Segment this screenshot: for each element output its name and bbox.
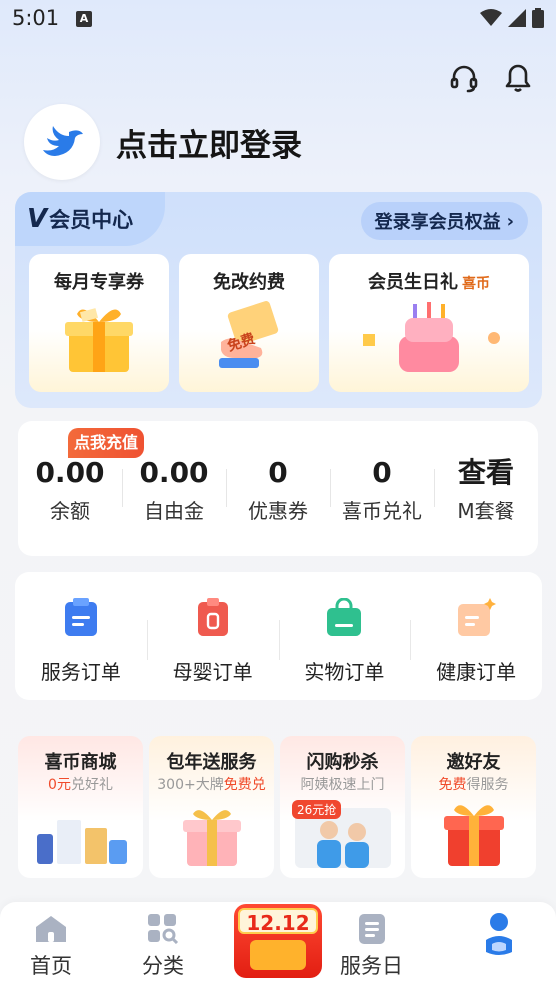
tab-service-day[interactable]: 服务日 (340, 914, 403, 980)
order-label: 服务订单 (40, 660, 121, 684)
wallet-value: 0.00 (35, 456, 105, 489)
order-label: 健康订单 (436, 660, 517, 684)
wallet-coupons[interactable]: 0 优惠券 (226, 455, 330, 524)
order-label: 实物订单 (304, 660, 385, 684)
tab-label: 服务日 (340, 954, 403, 978)
wallet-label: 喜币兑礼 (342, 499, 422, 523)
promo-title: 闪购秒杀 (306, 752, 379, 773)
wallet-label: 自由金 (144, 499, 204, 523)
promo-title: 包年送服务 (166, 752, 257, 773)
wallet-label: 优惠券 (248, 499, 308, 523)
orders-card: 服务订单 母婴订单 实物订单 健康订单 (15, 572, 542, 700)
bird-logo-icon (43, 126, 83, 156)
top-actions (448, 62, 534, 94)
birthday-cake-icon (363, 302, 500, 372)
vip-item-title: 每月专享券 (54, 272, 144, 293)
status-icons (480, 8, 544, 28)
promo-coin-mall[interactable]: 喜币商城 0元兑好礼 (18, 736, 143, 878)
vip-item-free-reschedule[interactable]: 免改约费 免费 (179, 254, 319, 392)
promo-annual-service[interactable]: 包年送服务 300+大牌免费兑 (149, 736, 274, 878)
wallet-value: 查看 (457, 456, 514, 489)
promo-flash-sale[interactable]: 闪购秒杀 阿姨极速上门 26元抢 (280, 736, 405, 878)
battery-icon (532, 8, 544, 28)
vip-benefit-label: 登录享会员权益 (374, 212, 501, 233)
health-order-icon (458, 598, 497, 636)
tab-label: 首页 (30, 954, 72, 978)
wallet-row: 0.00 余额 0.00 自由金 0 优惠券 0 喜币兑礼 查看 M套餐 (18, 455, 538, 524)
wallet-coin-gifts[interactable]: 0 喜币兑礼 (330, 455, 434, 524)
order-health[interactable]: 健康订单 (410, 572, 542, 700)
gift-box-icon (182, 810, 241, 866)
promo-invite-friends[interactable]: 邀好友 免费得服务 (411, 736, 536, 878)
category-icon (148, 914, 179, 945)
order-service[interactable]: 服务订单 (15, 572, 147, 700)
chevron-right-icon: › (506, 210, 514, 232)
vip-item-title-row: 会员生日礼 喜币 (329, 268, 529, 294)
service-day-icon (358, 914, 385, 944)
promo-subtitle: 0元兑好礼 (48, 777, 113, 793)
bell-icon[interactable] (502, 62, 534, 94)
tab-category[interactable]: 分类 (142, 914, 184, 980)
baby-bottle-icon (197, 598, 228, 636)
gift-box-icon (65, 308, 133, 372)
signal-icon (508, 9, 526, 27)
order-maternity[interactable]: 母婴订单 (146, 572, 279, 700)
coin-tag: 喜币 (462, 276, 490, 292)
wallet-value: 0 (372, 456, 392, 489)
wallet-value: 0 (268, 456, 288, 489)
wallet-free-gold[interactable]: 0.00 自由金 (122, 455, 226, 524)
tab-home[interactable]: 首页 (30, 914, 72, 980)
coin-pile-icon (250, 940, 306, 970)
tab-profile[interactable] (484, 912, 514, 962)
avatar[interactable] (24, 104, 100, 180)
vip-items: 每月专享券 免改约费 免费 会员生日礼 喜币 (29, 254, 529, 392)
vip-center-card: V 会员中心 登录享会员权益 › 每月专享券 免改约费 免费 会员生日礼 喜币 (15, 192, 542, 408)
wallet-balance[interactable]: 0.00 余额 (18, 455, 122, 524)
vip-item-birthday-gift[interactable]: 会员生日礼 喜币 (329, 254, 529, 392)
wifi-icon (480, 9, 502, 26)
status-bar: 5:01 A (0, 0, 556, 40)
wallet-value: 0.00 (139, 456, 209, 489)
order-physical[interactable]: 实物订单 (278, 572, 411, 700)
promo-subtitle: 阿姨极速上门 (300, 777, 385, 793)
status-time: 5:01 (12, 6, 60, 30)
headset-icon[interactable] (448, 62, 480, 94)
flash-sale-badge: 26元抢 (292, 800, 342, 819)
vip-item-title: 会员生日礼 (368, 272, 458, 293)
wallet-label: 余额 (50, 499, 90, 523)
vip-item-monthly-coupon[interactable]: 每月专享券 (29, 254, 169, 392)
service-order-icon (64, 598, 97, 636)
gift-box-icon (443, 805, 504, 866)
promo-title: 喜币商城 (44, 752, 117, 773)
shopping-bag-icon (327, 597, 362, 636)
profile-icon (486, 913, 512, 955)
notification-icon: A (76, 11, 92, 27)
wallet-m-package[interactable]: 查看 M套餐 (434, 455, 538, 524)
promo-subtitle: 300+大牌免费兑 (157, 777, 266, 793)
promo-1212-label: 12.12 (238, 908, 318, 935)
recharge-tag[interactable]: 点我充值 (68, 428, 145, 458)
vip-item-title: 免改约费 (213, 272, 285, 293)
home-icon (36, 916, 66, 942)
promo-title: 邀好友 (446, 752, 501, 773)
tab-promo-1212[interactable]: 12.12 (234, 896, 322, 980)
order-label: 母婴订单 (172, 660, 253, 684)
promo-subtitle: 免费得服务 (438, 777, 509, 793)
login-row[interactable]: 点击立即登录 (24, 104, 302, 180)
vip-benefit-button[interactable]: 登录享会员权益 › (360, 202, 528, 240)
promo-row: 喜币商城 0元兑好礼 包年送服务 300+大牌免费兑 闪购秒杀 阿姨极速上门 2… (18, 736, 538, 878)
vip-logo: V (27, 204, 48, 234)
vip-center-tab[interactable]: V 会员中心 (15, 192, 165, 246)
wallet-label: M套餐 (457, 499, 515, 523)
tab-label: 分类 (142, 954, 184, 978)
bottom-tab-bar: 首页 分类 12.12 服务日 (0, 902, 556, 990)
vip-center-title: 会员中心 (49, 208, 134, 232)
wallet-card: 点我充值 0.00 余额 0.00 自由金 0 优惠券 0 喜币兑礼 查看 M套… (18, 421, 538, 556)
login-prompt[interactable]: 点击立即登录 (116, 120, 302, 165)
products-icon (36, 820, 127, 864)
